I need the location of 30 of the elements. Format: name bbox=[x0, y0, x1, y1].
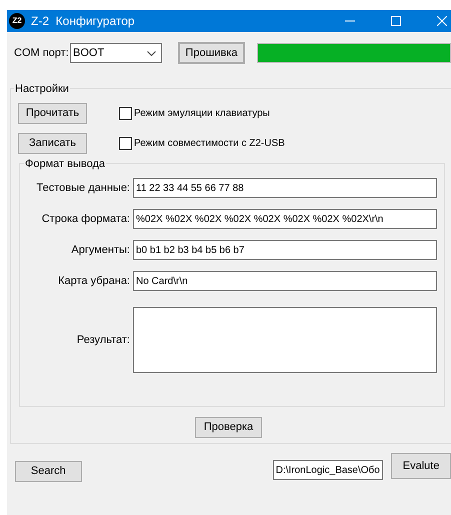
result-text-area[interactable] bbox=[133, 307, 437, 373]
evaluate-button[interactable]: Evalute bbox=[391, 453, 451, 479]
checkbox-label: Режим совместимости с Z2-USB bbox=[134, 137, 285, 151]
app-logo: Z2 bbox=[9, 13, 25, 29]
field-label: Результат: bbox=[76, 332, 131, 348]
text-field[interactable]: No Card\r\n bbox=[133, 271, 437, 291]
text-field[interactable]: 11 22 33 44 55 66 77 88 bbox=[133, 178, 437, 198]
check-button[interactable]: Проверка bbox=[195, 417, 262, 438]
com-port-dropdown[interactable]: BOOT bbox=[70, 43, 162, 63]
com-port-label: COM порт: bbox=[14, 46, 70, 61]
maximize-icon[interactable] bbox=[391, 16, 401, 26]
flash-button[interactable]: Прошивка bbox=[178, 42, 245, 64]
field-label: Строка формата: bbox=[40, 212, 131, 227]
settings-group-title: Настройки bbox=[14, 81, 70, 98]
checkbox[interactable] bbox=[119, 107, 132, 120]
field-label: Тестовые данные: bbox=[36, 180, 131, 196]
checkbox-label: Режим эмуляции клавиатуры bbox=[134, 107, 270, 121]
field-label: Карта убрана: bbox=[57, 274, 131, 289]
window-title: Z-2 Конфигуратор bbox=[31, 13, 135, 30]
action-button[interactable]: Прочитать bbox=[18, 103, 87, 124]
output-format-group-title: Формат вывода bbox=[24, 156, 106, 172]
text-field[interactable]: b0 b1 b2 b3 b4 b5 b6 b7 bbox=[133, 240, 437, 260]
chevron-down-icon bbox=[147, 50, 156, 56]
close-icon[interactable] bbox=[437, 16, 447, 26]
checkbox[interactable] bbox=[119, 137, 132, 150]
text-field[interactable]: %02X %02X %02X %02X %02X %02X %02X %02X\r\n bbox=[133, 209, 437, 229]
field-label: Аргументы: bbox=[70, 242, 131, 258]
action-button[interactable]: Записать bbox=[18, 133, 87, 154]
search-button[interactable]: Search bbox=[15, 461, 82, 482]
path-field[interactable]: D:\IronLogic_Base\Обо bbox=[272, 460, 384, 480]
